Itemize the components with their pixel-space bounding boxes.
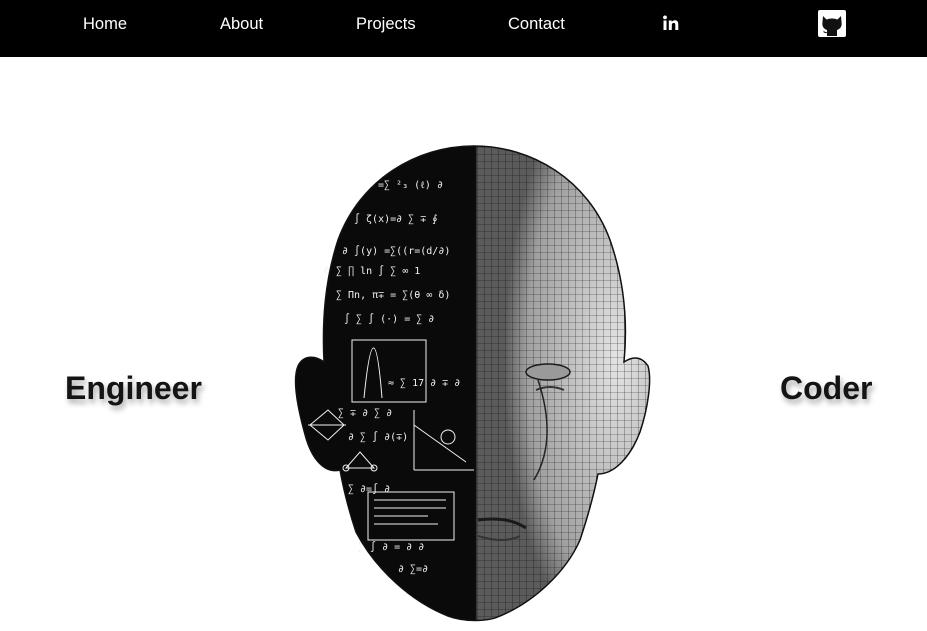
linkedin-icon[interactable]	[662, 15, 679, 36]
nav-link-home[interactable]: Home	[83, 14, 127, 34]
svg-text:∑ ∂=∫ ∂: ∑ ∂=∫ ∂	[348, 483, 390, 495]
svg-text:∑ Πn, π∓ = ∑(θ ∞ δ): ∑ Πn, π∓ = ∑(θ ∞ δ)	[336, 290, 450, 301]
svg-text:∫ ζ(x)=∂ ∑ ∓ ∮: ∫ ζ(x)=∂ ∑ ∓ ∮	[354, 213, 437, 225]
hero-head-image: =∑ ²₃ (ℓ) ∂ ∫ ζ(x)=∂ ∑ ∓ ∮ ∂ ∫(y) =∑((r=…	[294, 145, 651, 622]
svg-text:δ ∑ ∏ ln ∫ ∑ ∞ 1: δ ∑ ∏ ln ∫ ∑ ∞ 1	[324, 265, 420, 277]
nav-link-contact[interactable]: Contact	[508, 14, 565, 34]
svg-text:=∑ ²₃ (ℓ) ∂: =∑ ²₃ (ℓ) ∂	[378, 180, 443, 191]
nav-link-about[interactable]: About	[220, 14, 263, 34]
coder-heading: Coder	[780, 370, 873, 406]
svg-text:∂ ∫(y) =∑((r=(d/∂): ∂ ∫(y) =∑((r=(d/∂)	[342, 245, 450, 257]
github-icon[interactable]	[818, 10, 846, 42]
nav-link-projects[interactable]: Projects	[356, 14, 416, 34]
svg-text:≈ ∑ 17 ∂ ∓ ∂: ≈ ∑ 17 ∂ ∓ ∂	[388, 378, 460, 389]
svg-text:∂ ∑ ∫ ∂(∓): ∂ ∑ ∫ ∂(∓)	[348, 431, 408, 443]
navbar: Home About Projects Contact	[0, 0, 927, 57]
svg-text:∑ ∓ ∂ ∑ ∂: ∑ ∓ ∂ ∑ ∂	[338, 408, 392, 419]
engineer-heading: Engineer	[65, 370, 202, 406]
svg-text:∫ ∑ ∫ (·) = ∑ ∂: ∫ ∑ ∫ (·) = ∑ ∂	[344, 313, 434, 325]
svg-text:∂ ∑=∂: ∂ ∑=∂	[398, 564, 428, 575]
